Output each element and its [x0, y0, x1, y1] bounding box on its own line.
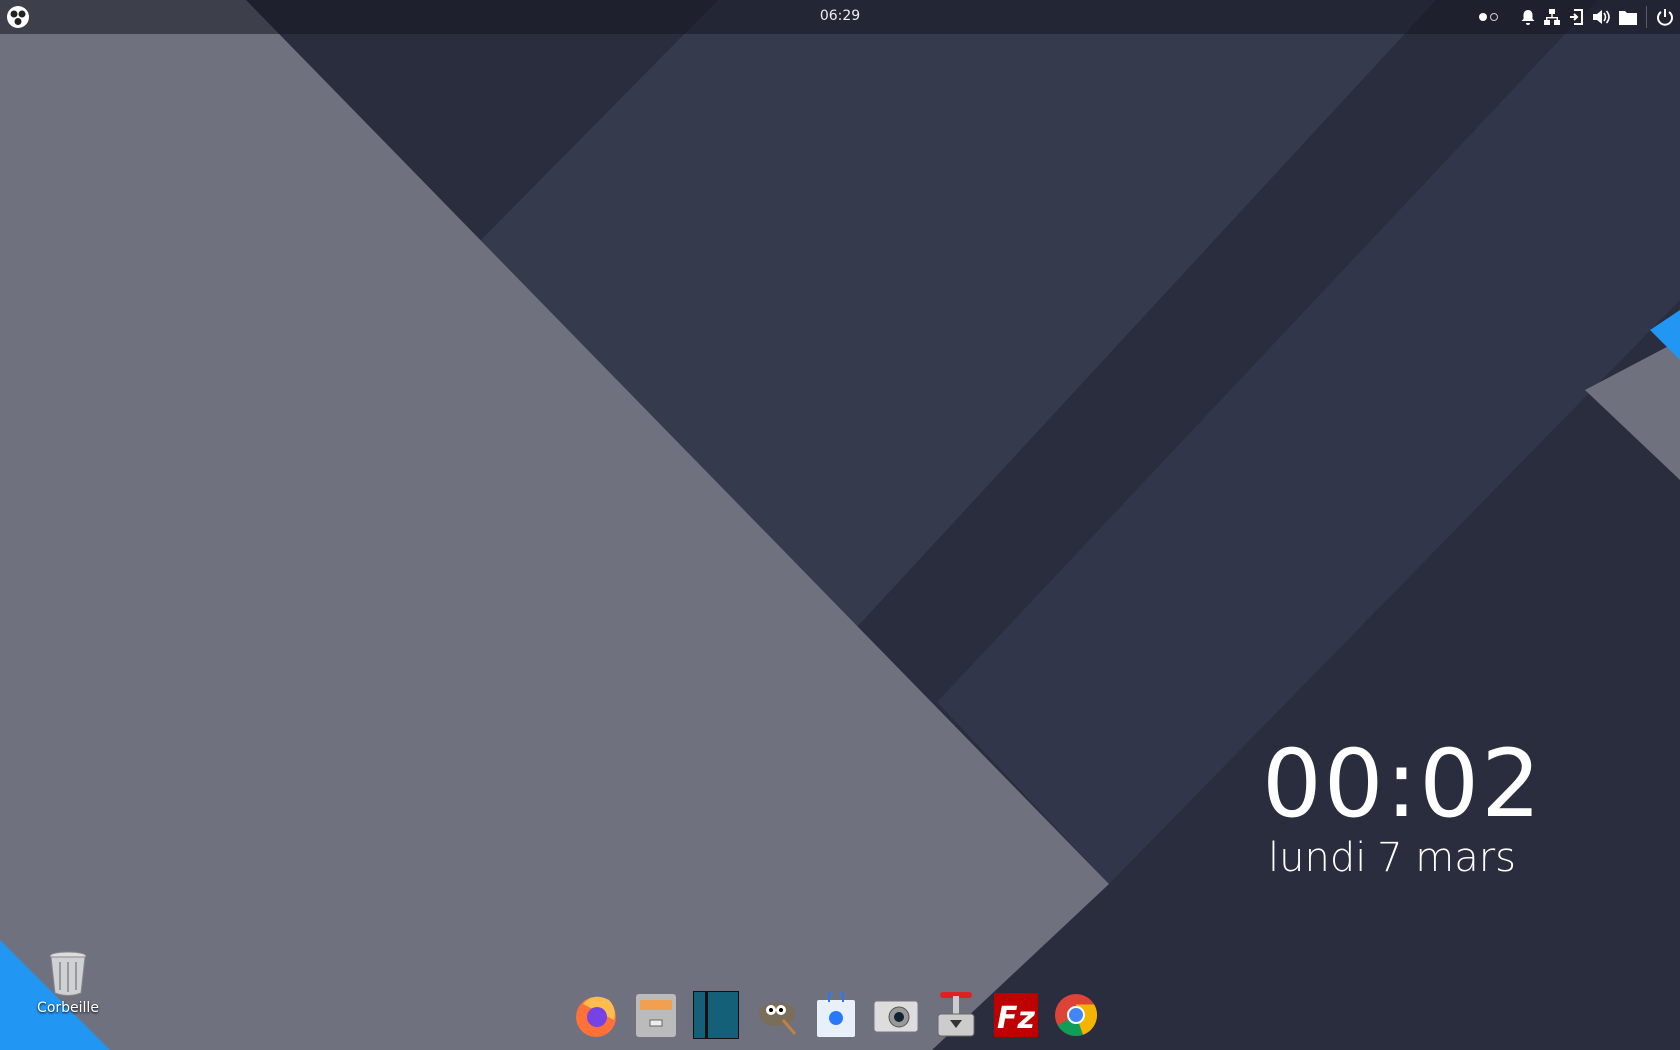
wallpaper — [0, 0, 1680, 1050]
desktop-trash[interactable]: Corbeille — [30, 950, 106, 1016]
firefox-icon — [576, 996, 616, 1037]
widget-date: lundi 7 mars — [1262, 835, 1522, 881]
workspace-switcher[interactable] — [1479, 13, 1498, 21]
gimp-icon — [759, 1002, 797, 1035]
trash-label: Corbeille — [37, 1000, 99, 1016]
widget-date-text: 7 mars — [1377, 835, 1516, 881]
widget-time: 00:02 — [1262, 730, 1543, 839]
workspace-2-dot[interactable] — [1490, 13, 1498, 21]
installer-icon — [937, 992, 975, 1037]
app-menu-button[interactable] — [6, 5, 30, 29]
dock-software-store[interactable] — [812, 990, 860, 1040]
chrome-icon — [1055, 994, 1098, 1037]
dock-installer[interactable] — [932, 990, 980, 1040]
file-cabinet-icon — [636, 994, 676, 1037]
dock-firefox[interactable] — [572, 990, 620, 1040]
dock-screenshot[interactable] — [872, 990, 920, 1040]
tray-separator — [1646, 6, 1647, 28]
power-icon[interactable] — [1656, 8, 1674, 26]
volume-icon[interactable] — [1592, 9, 1610, 25]
svg-text:Fz: Fz — [997, 1001, 1035, 1036]
dock-filezilla[interactable]: Fz — [992, 990, 1040, 1040]
logout-icon[interactable] — [1569, 9, 1583, 25]
dock-gimp[interactable] — [752, 990, 800, 1040]
top-panel: 06:29 — [0, 0, 1680, 34]
panel-clock[interactable]: 06:29 — [820, 8, 860, 24]
system-tray — [1479, 6, 1674, 28]
dock: Fz — [572, 990, 1100, 1040]
terminal-icon — [693, 991, 739, 1039]
filezilla-icon: Fz — [994, 993, 1038, 1037]
folder-icon[interactable] — [1619, 10, 1637, 25]
shopping-bag-icon — [817, 992, 855, 1037]
camera-icon — [873, 1000, 919, 1033]
widget-day: lundi — [1268, 835, 1367, 881]
trash-icon — [49, 951, 87, 996]
dock-terminal[interactable] — [692, 990, 740, 1040]
network-icon[interactable] — [1544, 9, 1560, 25]
app-menu-icon — [7, 6, 29, 28]
dock-files[interactable] — [632, 990, 680, 1040]
dock-chrome[interactable] — [1052, 990, 1100, 1040]
notification-bell-icon[interactable] — [1521, 9, 1535, 25]
clock-widget: 00:02 lundi 7 mars — [1262, 730, 1543, 882]
workspace-1-dot[interactable] — [1479, 13, 1487, 21]
